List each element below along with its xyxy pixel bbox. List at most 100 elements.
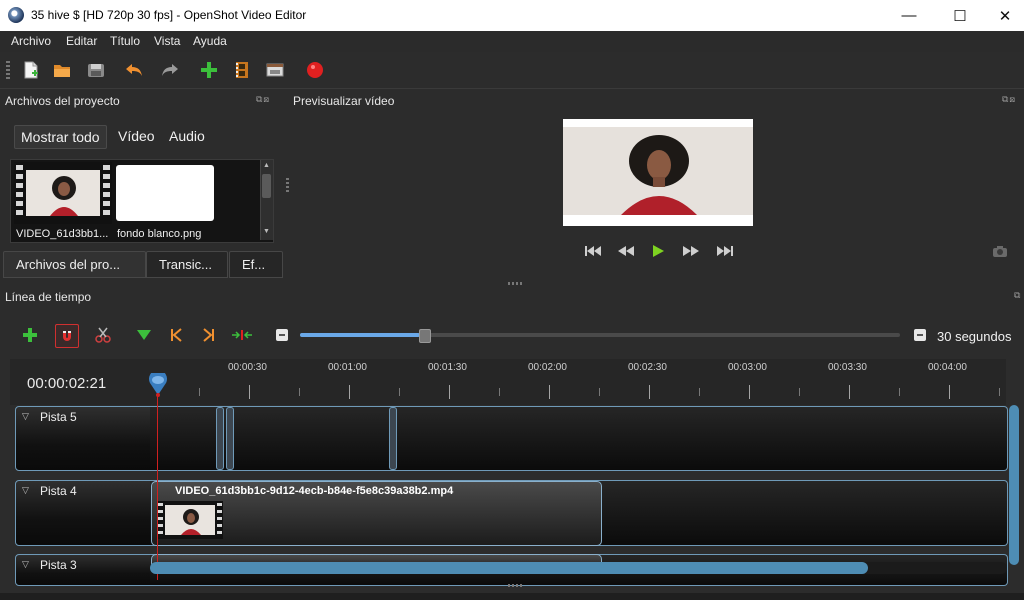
- menu-titulo[interactable]: Título: [110, 34, 140, 48]
- jump-start-icon[interactable]: [584, 243, 602, 259]
- ruler-label: 00:00:30: [228, 362, 267, 373]
- current-timecode: 00:00:02:21: [27, 375, 107, 392]
- title-bar: 35 hive $ [HD 720p 30 fps] - OpenShot Vi…: [0, 0, 1024, 31]
- fullscreen-icon[interactable]: [265, 60, 285, 80]
- scroll-up-icon[interactable]: ▲: [263, 162, 270, 169]
- zoom-slider-fill: [300, 333, 420, 337]
- zoom-in-icon[interactable]: [909, 324, 931, 346]
- razor-cut-icon[interactable]: [92, 324, 114, 346]
- window-title: 35 hive $ [HD 720p 30 fps] - OpenShot Vi…: [31, 8, 307, 22]
- center-playhead-icon[interactable]: [231, 324, 253, 346]
- collapse-triangle-icon[interactable]: ▽: [22, 559, 29, 570]
- menu-archivo[interactable]: Archivo: [11, 34, 51, 48]
- transition-clip[interactable]: [226, 407, 234, 470]
- open-project-icon[interactable]: [52, 60, 72, 80]
- ruler-tick: [299, 388, 300, 396]
- timeline-dock-button[interactable]: ⧉: [1014, 290, 1021, 301]
- undo-icon[interactable]: [124, 60, 144, 80]
- white-background-thumbnail[interactable]: [116, 162, 214, 224]
- jump-end-icon[interactable]: [716, 243, 734, 259]
- ruler-tick: [649, 385, 650, 399]
- maximize-button[interactable]: ☐: [937, 0, 983, 31]
- collapse-triangle-icon[interactable]: ▽: [22, 411, 29, 422]
- timeline-horizontal-scrollbar[interactable]: [150, 562, 1007, 574]
- ruler-label: 00:02:30: [628, 362, 667, 373]
- menu-ayuda[interactable]: Ayuda: [193, 34, 227, 48]
- status-bar: [0, 593, 1024, 600]
- panel-splitter-top[interactable]: [508, 282, 524, 285]
- screenshot-camera-icon[interactable]: [991, 243, 1009, 259]
- track-header-pista-3[interactable]: ▽ Pista 3: [15, 554, 152, 586]
- toolbar-grip[interactable]: [6, 61, 10, 79]
- track-header-pista-4[interactable]: ▽ Pista 4: [15, 480, 152, 546]
- transition-clip[interactable]: [216, 407, 224, 470]
- horizontal-scroll-thumb[interactable]: [150, 562, 868, 574]
- next-marker-icon[interactable]: [198, 324, 220, 346]
- import-files-icon[interactable]: [199, 60, 219, 80]
- menu-bar: Archivo Editar Título Vista Ayuda: [0, 31, 1024, 52]
- redo-icon[interactable]: [160, 60, 180, 80]
- video-file-label: VIDEO_61d3bb1...: [16, 228, 109, 240]
- ruler-tick: [799, 388, 800, 396]
- tab-project-files[interactable]: Archivos del pro...: [3, 251, 146, 278]
- new-project-icon[interactable]: [21, 60, 41, 80]
- zoom-scale-label: 30 segundos: [937, 329, 1012, 344]
- export-record-icon[interactable]: [305, 60, 325, 80]
- timeline-vertical-scrollbar[interactable]: [1009, 405, 1019, 565]
- playhead-handle-icon[interactable]: [148, 369, 168, 397]
- rewind-icon[interactable]: [617, 243, 635, 259]
- project-files-dock-buttons[interactable]: ⧉⊠: [256, 94, 270, 105]
- zoom-out-icon[interactable]: [271, 324, 293, 346]
- files-scroll-thumb[interactable]: [262, 174, 271, 198]
- add-marker-icon[interactable]: [133, 324, 155, 346]
- zoom-slider[interactable]: [300, 329, 900, 343]
- splitter-handle[interactable]: [286, 178, 289, 194]
- vertical-scroll-thumb[interactable]: [1009, 405, 1019, 565]
- filter-video[interactable]: Vídeo: [112, 125, 161, 147]
- track-header-pista-5[interactable]: ▽ Pista 5: [15, 406, 152, 471]
- video-thumbnail[interactable]: [14, 162, 112, 224]
- ruler-tick: [949, 385, 950, 399]
- panel-splitter-bottom[interactable]: [508, 584, 524, 587]
- menu-editar[interactable]: Editar: [66, 34, 97, 48]
- ruler-tick: [499, 388, 500, 396]
- track-lane-pista-5[interactable]: [150, 406, 1008, 471]
- ruler-tick: [399, 388, 400, 396]
- tab-effects[interactable]: Ef...: [229, 251, 283, 278]
- scroll-down-icon[interactable]: ▼: [263, 228, 270, 235]
- profile-icon[interactable]: [232, 60, 252, 80]
- ruler-tick: [699, 388, 700, 396]
- add-track-icon[interactable]: [19, 324, 41, 346]
- menu-vista[interactable]: Vista: [154, 34, 180, 48]
- filter-show-all[interactable]: Mostrar todo: [14, 125, 107, 149]
- save-project-icon[interactable]: [86, 60, 106, 80]
- openshot-logo-icon: [8, 7, 24, 23]
- preview-title: Previsualizar vídeo: [293, 94, 395, 108]
- minimize-button[interactable]: —: [886, 0, 932, 31]
- collapse-triangle-icon[interactable]: ▽: [22, 485, 29, 496]
- clip-title: VIDEO_61d3bb1c-9d12-4ecb-b84e-f5e8c39a38…: [175, 485, 454, 497]
- filter-audio[interactable]: Audio: [163, 125, 211, 147]
- zoom-slider-handle[interactable]: [419, 329, 431, 343]
- timeline-title: Línea de tiempo: [5, 290, 92, 304]
- preview-dock-buttons[interactable]: ⧉⊠: [1002, 94, 1016, 105]
- snapping-magnet-icon[interactable]: [55, 324, 79, 348]
- playhead-line: [157, 392, 158, 580]
- track-name: Pista 4: [40, 484, 77, 498]
- fast-forward-icon[interactable]: [682, 243, 700, 259]
- ruler-label: 00:03:30: [828, 362, 867, 373]
- previous-marker-icon[interactable]: [165, 324, 187, 346]
- ruler-tick: [199, 388, 200, 396]
- close-button[interactable]: ✕: [982, 0, 1024, 31]
- ruler-tick: [599, 388, 600, 396]
- transition-clip[interactable]: [389, 407, 397, 470]
- ruler-label: 00:01:30: [428, 362, 467, 373]
- project-files-list[interactable]: VIDEO_61d3bb1... fondo blanco.png ▲ ▼: [10, 159, 274, 243]
- project-files-title: Archivos del proyecto: [5, 94, 120, 108]
- ruler-label: 00:03:00: [728, 362, 767, 373]
- play-icon[interactable]: [649, 243, 667, 259]
- ruler-tick: [749, 385, 750, 399]
- tab-transitions[interactable]: Transic...: [146, 251, 228, 278]
- files-scrollbar[interactable]: ▲ ▼: [260, 160, 273, 240]
- ruler-label: 00:02:00: [528, 362, 567, 373]
